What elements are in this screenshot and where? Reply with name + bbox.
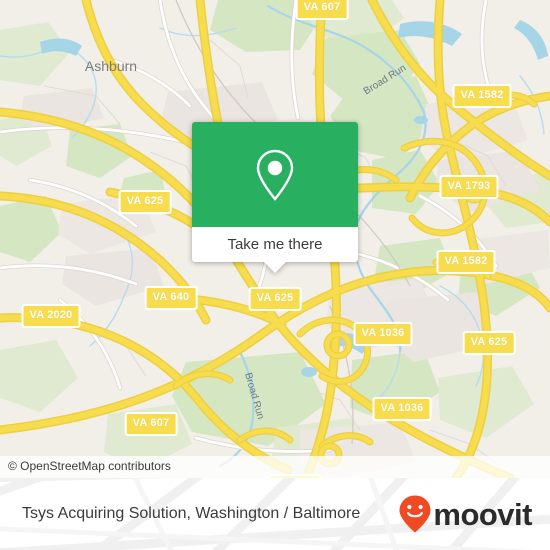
- road-shield[interactable]: VA 640: [144, 286, 198, 310]
- map-attribution[interactable]: © OpenStreetMap contributors: [0, 456, 550, 478]
- map-screenshot: .park { fill:#d5e6c3; } .park2 { fill:#d…: [0, 0, 550, 550]
- road-shield[interactable]: VA 607: [295, 0, 349, 20]
- footer-bar: Tsys Acquiring Solution, Washington / Ba…: [0, 478, 550, 550]
- place-label-ashburn: Ashburn: [84, 58, 138, 74]
- road-shield[interactable]: VA 625: [248, 287, 302, 311]
- road-shield[interactable]: VA 607: [124, 412, 178, 436]
- road-shield[interactable]: VA 1582: [436, 250, 496, 274]
- road-shield[interactable]: VA 1036: [353, 322, 413, 346]
- callout-tail: [264, 262, 286, 273]
- take-me-there-button[interactable]: Take me there: [192, 227, 358, 262]
- map-viewport[interactable]: .park { fill:#d5e6c3; } .park2 { fill:#d…: [0, 0, 550, 478]
- moovit-smiley-pin-icon: [399, 495, 431, 533]
- location-callout[interactable]: Take me there: [192, 122, 358, 273]
- callout-header: [192, 122, 358, 227]
- take-me-there-label: Take me there: [227, 236, 323, 253]
- moovit-logo[interactable]: moovit: [398, 494, 532, 534]
- map-pin-icon: [256, 149, 294, 201]
- moovit-wordmark: moovit: [433, 496, 532, 532]
- footer-title: Tsys Acquiring Solution, Washington / Ba…: [22, 505, 361, 522]
- road-shield[interactable]: VA 1793: [439, 175, 499, 199]
- road-shield[interactable]: VA 1582: [452, 84, 512, 108]
- road-shield[interactable]: VA 625: [462, 331, 516, 355]
- road-shield[interactable]: VA 1036: [372, 397, 432, 421]
- road-shield[interactable]: VA 2020: [21, 304, 81, 328]
- road-shield[interactable]: VA 625: [118, 190, 172, 214]
